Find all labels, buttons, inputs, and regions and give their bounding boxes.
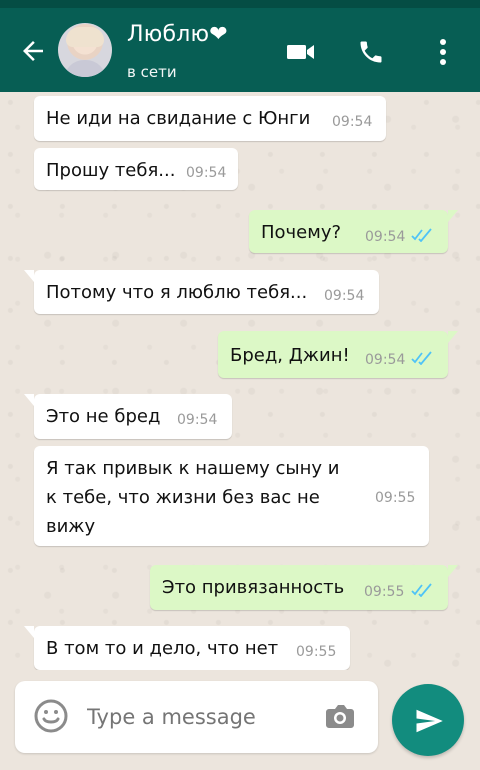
message-outgoing[interactable]: Бред, Джин! 09:54 [218, 331, 458, 378]
message-text: Бред, Джин! [230, 345, 350, 366]
message-incoming[interactable]: Потому что я люблю тебя... 09:54 [24, 270, 379, 314]
chat-history[interactable]: Не иди на свидание с Юнги 09:54 Прошу те… [0, 92, 480, 670]
double-check-icon [411, 228, 432, 242]
message-time: 09:54 [177, 412, 218, 428]
message-incoming[interactable]: Это не бред 09:54 [24, 394, 232, 439]
message-incoming[interactable]: Не иди на свидание с Юнги 09:54 [34, 96, 386, 141]
message-outgoing[interactable]: Почему? 09:54 [249, 210, 458, 253]
message-text: Я так привык к нашему сыну и к тебе, что… [46, 458, 340, 537]
send-icon [416, 709, 443, 733]
message-composer [15, 681, 378, 753]
message-text: Это привязанность [162, 577, 345, 598]
avatar[interactable] [58, 23, 112, 77]
send-button[interactable] [392, 684, 464, 756]
more-vertical-icon[interactable] [431, 38, 455, 66]
message-time: 09:55 [364, 584, 405, 600]
message-incoming[interactable]: В том то и дело, что нет 09:55 [24, 626, 350, 670]
message-time: 09:54 [324, 288, 365, 304]
message-text: В том то и дело, что нет [46, 638, 279, 659]
online-status: в сети [127, 63, 177, 81]
message-time: 09:54 [365, 352, 406, 368]
message-text: Прошу тебя... [46, 160, 176, 181]
chat-header: Люблю❤ в сети [0, 8, 480, 92]
emoji-icon[interactable] [32, 697, 70, 735]
message-time: 09:55 [296, 644, 337, 660]
double-check-icon [411, 351, 432, 365]
message-text: Потому что я люблю тебя... [46, 282, 308, 303]
message-text: Это не бред [46, 406, 161, 427]
camera-icon[interactable] [321, 697, 359, 735]
arrow-back-icon[interactable] [18, 36, 48, 66]
message-time: 09:54 [186, 165, 227, 181]
message-time: 09:54 [332, 114, 373, 130]
message-time: 09:55 [375, 490, 416, 506]
message-text: Не иди на свидание с Юнги [46, 108, 311, 129]
message-text: Почему? [261, 222, 342, 243]
message-outgoing[interactable]: Это привязанность 09:55 [150, 565, 458, 610]
status-bar [0, 0, 480, 8]
double-check-icon [411, 583, 432, 597]
contact-name[interactable]: Люблю❤ [127, 22, 228, 47]
message-incoming[interactable]: Прошу тебя... 09:54 [34, 148, 238, 190]
message-time: 09:54 [365, 229, 406, 245]
video-call-icon[interactable] [286, 38, 316, 66]
message-incoming[interactable]: Я так привык к нашему сыну и к тебе, что… [34, 446, 429, 546]
message-input[interactable] [85, 701, 309, 733]
phone-icon[interactable] [355, 38, 387, 66]
